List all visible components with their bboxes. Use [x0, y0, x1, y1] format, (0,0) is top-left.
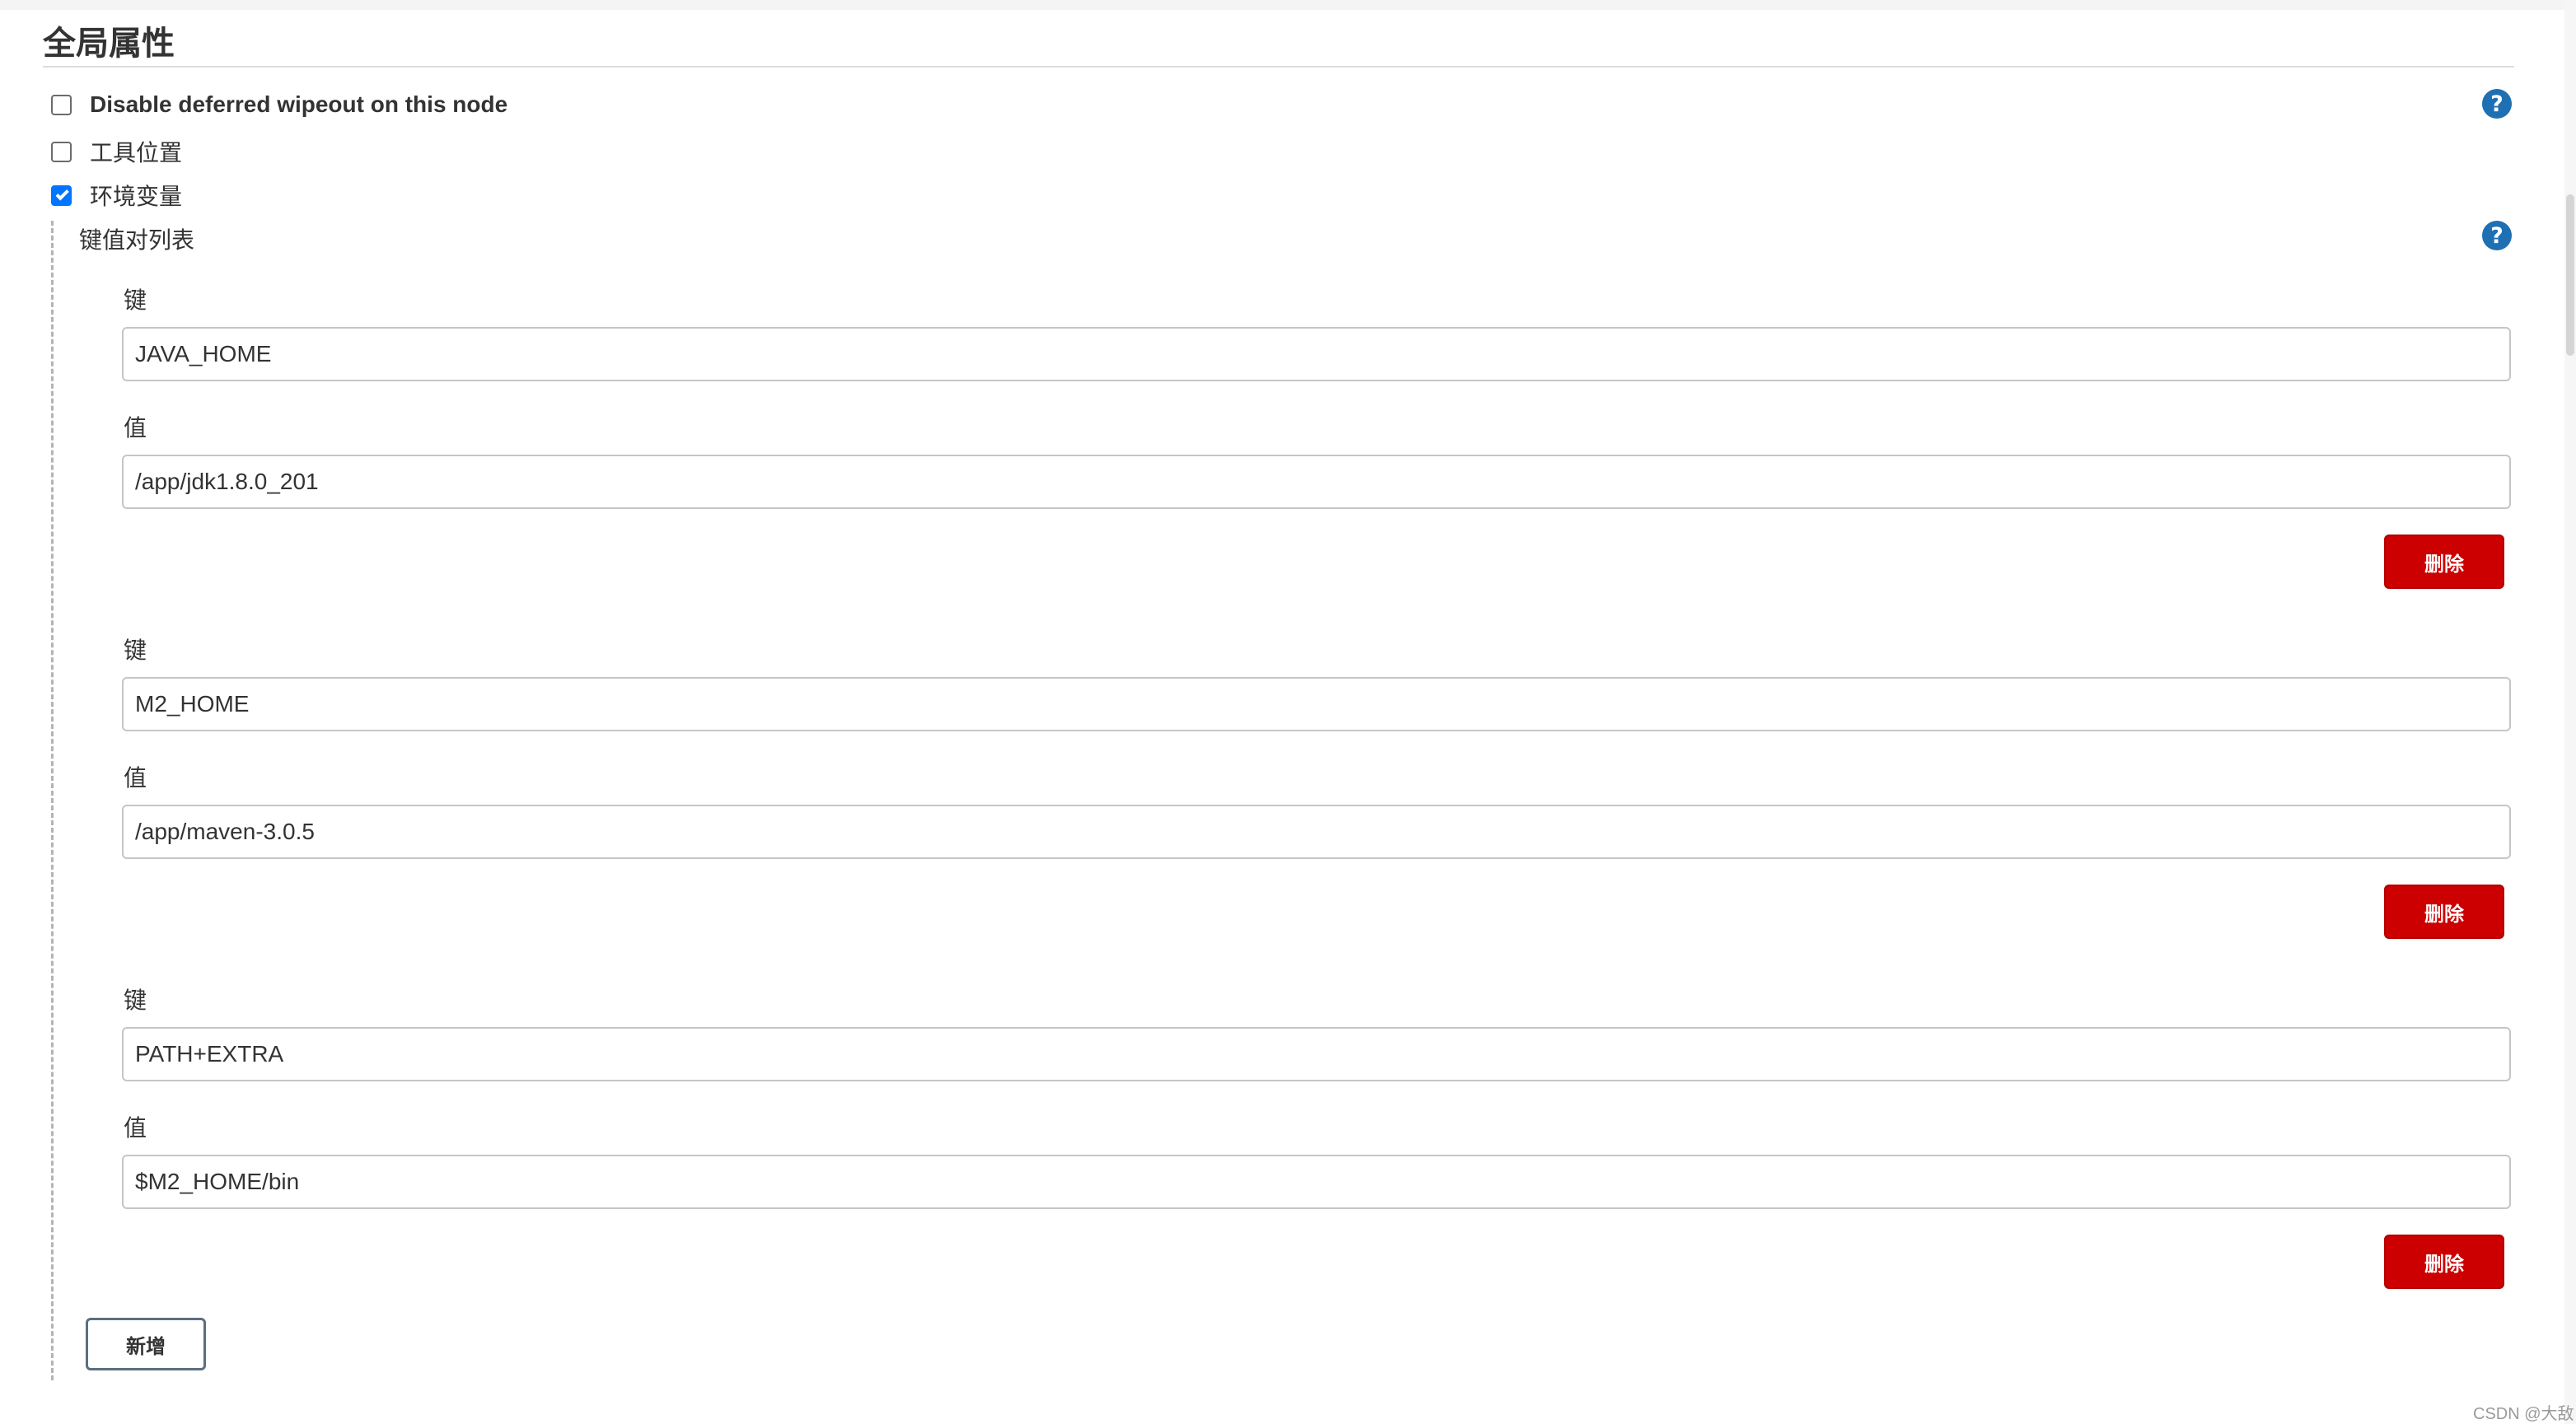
disable-wipeout-label: Disable deferred wipeout on this node: [90, 91, 508, 117]
tool-locations-option[interactable]: 工具位置: [51, 135, 182, 168]
value-label: 值: [124, 1115, 147, 1141]
tool-locations-checkbox[interactable]: [51, 141, 72, 162]
value-label: 值: [124, 765, 147, 791]
scrollbar-thumb[interactable]: [2566, 194, 2574, 356]
env-vars-checkbox[interactable]: [51, 184, 72, 206]
delete-button[interactable]: 删除: [2384, 1235, 2504, 1289]
help-icon-glyph: ?: [2490, 91, 2504, 117]
add-button[interactable]: 新增: [86, 1318, 206, 1370]
disable-wipeout-option[interactable]: Disable deferred wipeout on this node: [51, 91, 507, 118]
watermark: CSDN @大敌: [2473, 1405, 2574, 1423]
key-input[interactable]: [122, 677, 2511, 731]
help-icon[interactable]: ?: [2482, 221, 2512, 250]
key-label: 键: [124, 287, 147, 313]
tool-locations-label: 工具位置: [90, 140, 183, 166]
key-label: 键: [124, 987, 147, 1013]
value-input[interactable]: [122, 455, 2511, 509]
section-title: 全局属性: [43, 25, 175, 63]
check-icon: [55, 186, 69, 201]
env-vars-option[interactable]: 环境变量: [51, 179, 182, 212]
env-vars-group-border: [51, 221, 54, 1380]
kv-list-title: 键值对列表: [79, 227, 195, 253]
jenkins-node-config-page: 全局属性 Disable deferred wipeout on this no…: [0, 0, 2576, 1424]
key-input[interactable]: [122, 327, 2511, 381]
value-input[interactable]: [122, 1155, 2511, 1209]
key-input[interactable]: [122, 1027, 2511, 1081]
value-label: 值: [124, 415, 147, 441]
help-icon-glyph: ?: [2490, 222, 2504, 249]
section-divider: [43, 66, 2514, 68]
env-vars-label: 环境变量: [90, 184, 183, 209]
delete-button[interactable]: 删除: [2384, 885, 2504, 939]
disable-wipeout-checkbox[interactable]: [51, 94, 72, 115]
delete-button[interactable]: 删除: [2384, 535, 2504, 589]
top-strip: [0, 0, 2576, 10]
value-input[interactable]: [122, 805, 2511, 859]
help-icon[interactable]: ?: [2482, 89, 2512, 119]
key-label: 键: [124, 637, 147, 663]
